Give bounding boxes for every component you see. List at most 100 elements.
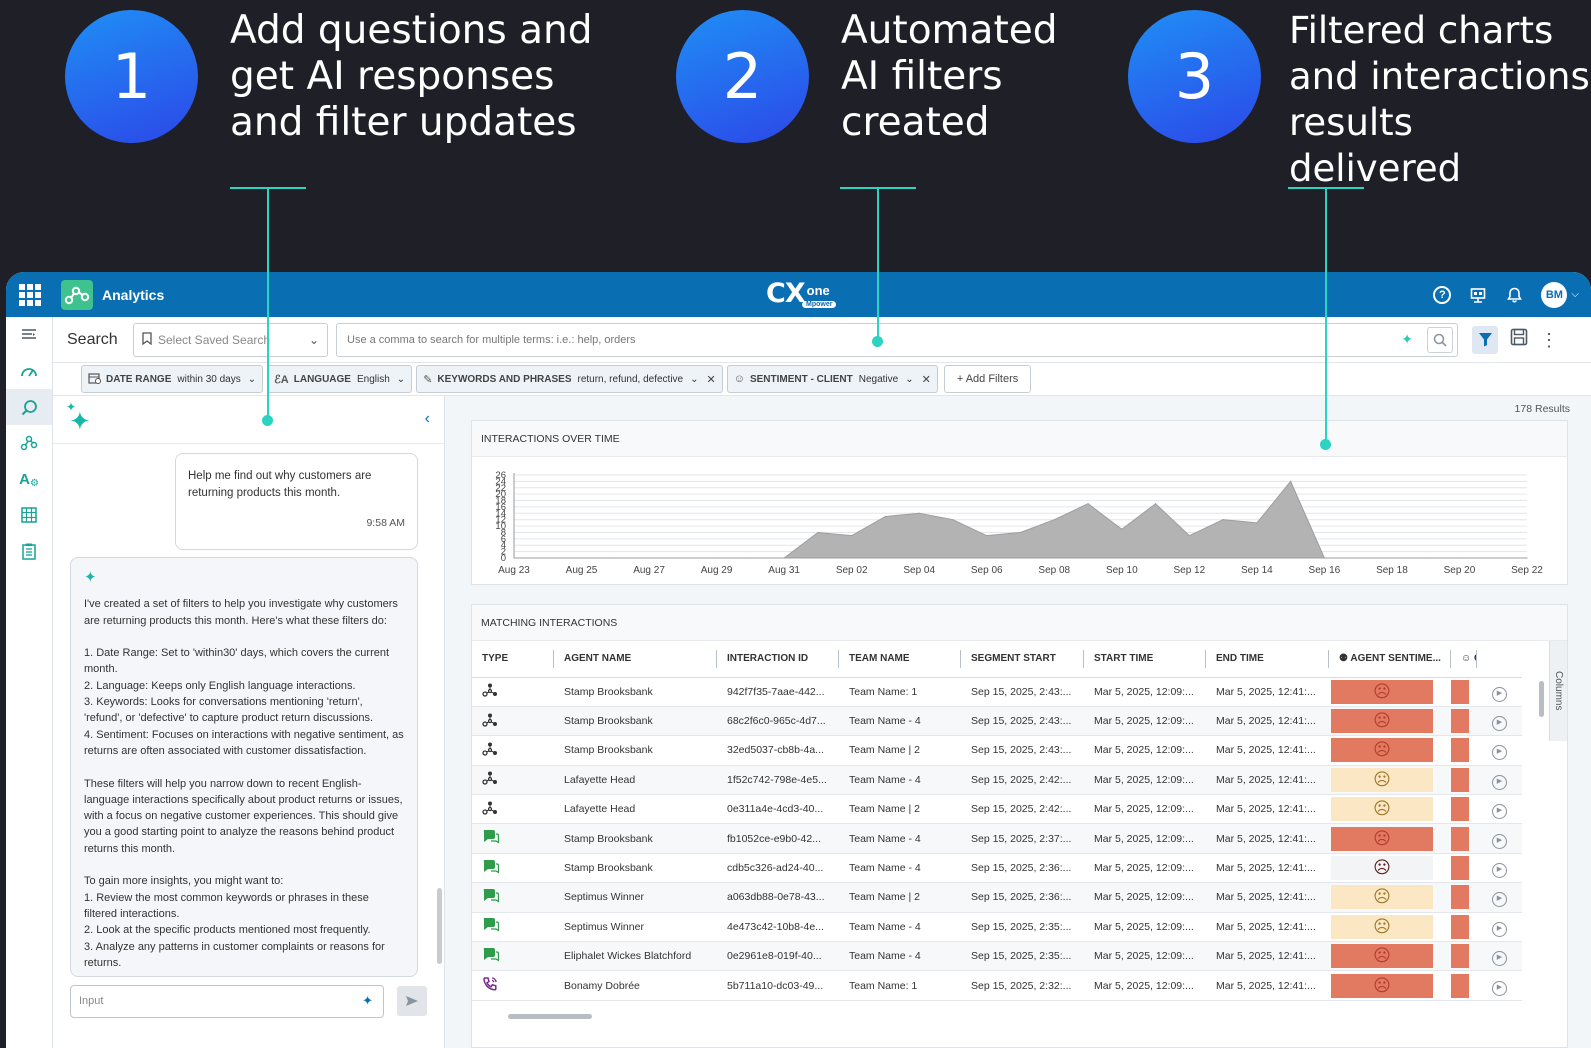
start-time-cell: Mar 5, 2025, 12:09:... [1084, 765, 1206, 796]
interaction-nodes-icon [482, 683, 498, 700]
interaction-id-cell: 0e2961e8-019f-40... [717, 941, 839, 972]
network-nodes-icon[interactable] [6, 425, 52, 461]
data-point [614, 557, 616, 559]
saved-search-dropdown[interactable]: Select Saved Search ⌄ [133, 322, 328, 357]
remove-filter-icon[interactable]: ✕ [707, 373, 716, 386]
table-grid-icon[interactable] [6, 497, 52, 533]
table-row[interactable]: Septimus Winner 4e473c42-10b8-4e... Team N… [472, 912, 1522, 943]
play-icon[interactable]: ▶ [1492, 774, 1507, 790]
column-header-end-time[interactable]: END TIME [1206, 641, 1329, 678]
column-header-agent-sentiment[interactable]: ⚉ AGENT SENTIME... [1329, 641, 1451, 678]
start-time-cell: Mar 5, 2025, 12:09:... [1084, 823, 1206, 854]
calendar-icon [88, 372, 101, 387]
brand-one: one [806, 283, 830, 298]
filter-icon[interactable] [1472, 325, 1498, 354]
menu-toggle-icon[interactable] [6, 317, 52, 353]
data-point [1391, 557, 1393, 559]
table-row[interactable]: Eliphalet Wickes Blatchford 0e2961e8-019f… [472, 941, 1522, 972]
connector-line-1-vertical [267, 187, 269, 419]
column-header-segment-start[interactable]: SEGMENT START [961, 641, 1084, 678]
play-icon[interactable]: ▶ [1492, 686, 1507, 702]
interaction-nodes-icon [482, 801, 498, 818]
play-icon[interactable]: ▶ [1492, 951, 1507, 967]
table-row[interactable]: Stamp Brooksbank 942f7f35-7aae-442... Team… [472, 677, 1522, 707]
agent-sentiment-cell: ☹ [1329, 912, 1451, 943]
remove-filter-icon[interactable]: ✕ [922, 373, 931, 386]
column-header-start-time[interactable]: START TIME [1084, 641, 1206, 678]
ai-prompt-input[interactable]: Input ✦ [70, 984, 384, 1018]
app-launcher-icon[interactable] [19, 283, 41, 306]
connector-line-3-vertical [1325, 187, 1327, 444]
filter-chip-keywords[interactable]: ✎ KEYWORDS AND PHRASES return, refund, d… [416, 365, 723, 393]
analytics-logo-icon [61, 279, 93, 310]
column-header-team-name[interactable]: TEAM NAME [839, 641, 961, 678]
columns-tab[interactable]: Columns [1549, 641, 1567, 741]
negative-sentiment-swatch [1451, 767, 1469, 792]
table-row[interactable]: Stamp Brooksbank fb1052ce-e9b0-42... Team … [472, 823, 1522, 854]
play-icon[interactable]: ▶ [1492, 716, 1507, 732]
more-options-icon[interactable]: ⋮ [1540, 331, 1558, 349]
play-icon[interactable]: ▶ [1492, 980, 1507, 996]
table-row[interactable]: Stamp Brooksbank 68c2f6c0-965c-4d7... Team… [472, 706, 1522, 737]
play-icon[interactable]: ▶ [1492, 892, 1507, 908]
data-point [817, 531, 819, 534]
table-vertical-scrollbar[interactable] [1539, 681, 1544, 717]
agent-name-cell: Stamp Brooksbank [554, 823, 717, 854]
filter-chip-language[interactable]: ℰA LANGUAGE English ⌄ [267, 365, 413, 393]
ai-response-bubble: ✦ I've created a set of filters to help … [70, 557, 418, 977]
column-header-client-sentiment[interactable]: ☺ C [1451, 641, 1477, 678]
negative-sentiment-swatch [1451, 797, 1469, 822]
table-horizontal-scrollbar[interactable] [508, 1014, 592, 1019]
chat-bubble-icon [482, 859, 500, 878]
end-time-cell: Mar 5, 2025, 12:41:... [1206, 823, 1329, 854]
filter-value: within 30 days [177, 373, 241, 385]
add-filters-button[interactable]: + Add Filters [943, 365, 1032, 393]
search-nav-icon[interactable] [6, 389, 52, 425]
play-icon[interactable]: ▶ [1492, 804, 1507, 820]
play-icon[interactable]: ▶ [1492, 863, 1507, 879]
table-row[interactable]: Lafayette Head 1f52c742-798e-4e5... Team N… [472, 765, 1522, 796]
play-cell: ▶ [1477, 677, 1522, 707]
send-icon [406, 996, 418, 1006]
ai-panel-scrollbar[interactable] [437, 888, 442, 964]
presentation-icon[interactable] [1469, 286, 1487, 304]
bell-icon[interactable] [1505, 286, 1523, 304]
filter-chip-sentiment[interactable]: ☺ SENTIMENT - CLIENT Negative ⌄ ✕ [726, 365, 938, 393]
clipboard-list-icon[interactable] [6, 533, 52, 569]
send-button[interactable] [397, 986, 427, 1016]
user-menu[interactable]: BM ⌵ [1541, 281, 1579, 308]
matching-interactions-card: MATCHING INTERACTIONS TYPE AGENT NAME INTE… [471, 604, 1568, 1048]
type-cell [472, 794, 554, 825]
ai-sparkle-icon[interactable]: ✦ [362, 993, 373, 1009]
search-input[interactable]: Use a comma to search for multiple terms… [336, 322, 1458, 357]
negative-sentiment-swatch [1451, 973, 1469, 998]
table-row[interactable]: Stamp Brooksbank 32ed5037-cb8b-4a... Team … [472, 735, 1522, 766]
column-header-label: SEGMENT START [971, 653, 1056, 665]
x-tick-label: Sep 22 [1511, 565, 1543, 576]
play-icon[interactable]: ▶ [1492, 745, 1507, 761]
collapse-chevron-left-icon[interactable]: ‹ [425, 410, 430, 428]
x-tick-label: Sep 20 [1444, 565, 1476, 576]
filter-chip-date-range[interactable]: DATE RANGE within 30 days ⌄ [81, 365, 264, 393]
text-settings-icon[interactable]: A ⚙ [6, 461, 52, 497]
table-row[interactable]: Stamp Brooksbank cdb5c326-ad24-40... Team … [472, 853, 1522, 884]
start-time-cell: Mar 5, 2025, 12:09:... [1084, 882, 1206, 913]
filter-name: DATE RANGE [106, 373, 172, 385]
mixed-sentiment-face-icon: ☹ [1331, 914, 1433, 939]
table-row[interactable]: Septimus Winner a063db88-0e78-43... Team N… [472, 882, 1522, 913]
ai-sparkle-icon[interactable]: ✦ [1401, 331, 1413, 348]
user-message-text: Help me find out why customers are retur… [188, 470, 372, 499]
step-2-number: 2 [676, 10, 809, 143]
table-row[interactable]: Lafayette Head 0e311a4e-4cd3-40... Team Na… [472, 794, 1522, 825]
dashboard-gauge-icon[interactable] [6, 353, 52, 389]
x-tick-label: Sep 14 [1241, 565, 1273, 576]
play-icon[interactable]: ▶ [1492, 833, 1507, 849]
column-header-type[interactable]: TYPE [472, 641, 554, 678]
table-row[interactable]: Bonamy Dobrée 5b711a10-dc03-49... Team Nam… [472, 970, 1522, 1001]
column-header-interaction-id[interactable]: INTERACTION ID [717, 641, 839, 678]
help-icon[interactable]: ? [1433, 285, 1452, 304]
save-icon[interactable] [1510, 328, 1528, 351]
column-header-agent-name[interactable]: AGENT NAME [554, 641, 717, 678]
play-icon[interactable]: ▶ [1492, 921, 1507, 937]
search-icon[interactable] [1427, 326, 1453, 353]
